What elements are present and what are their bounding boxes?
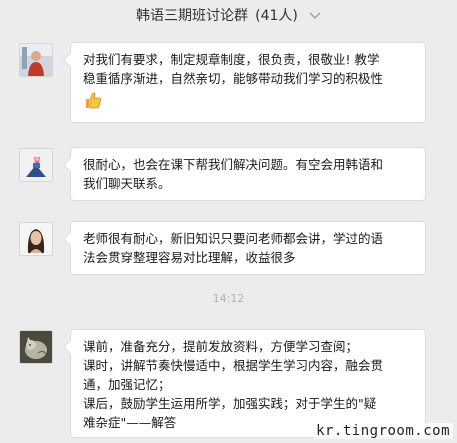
message-line: 课前，准备充分，提前发放资料，方便学习查阅； bbox=[83, 339, 359, 354]
avatar-person-icon bbox=[20, 44, 52, 76]
message-timestamp: 14:12 bbox=[212, 292, 245, 305]
message-line: 我们聊天联系。 bbox=[83, 176, 171, 191]
watermark: kr.tingroom.com bbox=[313, 423, 453, 439]
message-bubble: 对我们有要求，制定规章制度，很负责，很敬业! 教学 稳重循序渐进，自然亲切，能够… bbox=[70, 42, 426, 123]
avatar-cartoon-icon bbox=[20, 149, 52, 181]
avatar-woman-icon bbox=[20, 223, 52, 255]
member-count: (41人) bbox=[255, 8, 298, 24]
chevron-down-icon[interactable] bbox=[309, 12, 321, 20]
message-bubble: 很耐心，也会在课下帮我们解决问题。有空会用韩语和 我们聊天联系。 bbox=[70, 147, 426, 201]
avatar[interactable] bbox=[19, 43, 53, 77]
message-line: 法会贯穿整理容易对比理解，收益很多 bbox=[83, 250, 296, 265]
message-line: 课时，讲解节奏快慢适中，根据学生学习内容，融会贯 bbox=[83, 358, 384, 373]
message-line: 稳重循序渐进，自然亲切，能够带动我们学习的积极性 bbox=[83, 71, 384, 86]
avatar[interactable] bbox=[19, 148, 53, 182]
message-bubble: 课前，准备充分，提前发放资料，方便学习查阅； 课时，讲解节奏快慢适中，根据学生学… bbox=[70, 329, 426, 438]
avatar[interactable] bbox=[19, 330, 53, 364]
message-line: 通，加强记忆； bbox=[83, 377, 171, 392]
message-line: 课后，鼓励学生运用所学，加强实践；对于学生的"疑 bbox=[83, 396, 377, 411]
message-bubble: 老师很有耐心，新旧知识只要问老师都会讲，学过的语 法会贯穿整理容易对比理解，收益… bbox=[70, 221, 426, 275]
message-line: 对我们有要求，制定规章制度，很负责，很敬业! 教学 bbox=[83, 52, 380, 67]
avatar-cat-icon bbox=[20, 331, 52, 363]
group-title: 韩语三期班讨论群 bbox=[136, 8, 249, 24]
message-line: 很耐心，也会在课下帮我们解决问题。有空会用韩语和 bbox=[83, 157, 384, 172]
thumbs-up-icon bbox=[83, 90, 103, 115]
message-line: 老师很有耐心，新旧知识只要问老师都会讲，学过的语 bbox=[83, 231, 384, 246]
avatar[interactable] bbox=[19, 222, 53, 256]
chat-header: 韩语三期班讨论群 (41人) bbox=[0, 0, 457, 34]
